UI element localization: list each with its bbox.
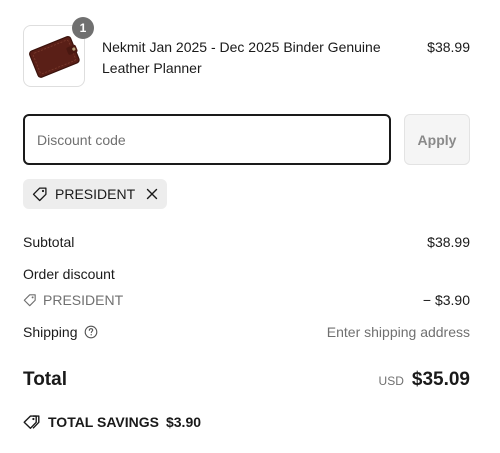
remove-discount-button[interactable] xyxy=(146,188,158,200)
discount-code-label: PRESIDENT xyxy=(43,292,124,308)
discount-code-line: PRESIDENT xyxy=(23,292,123,308)
total-savings-value: $3.90 xyxy=(165,414,202,430)
discount-code-row: PRESIDENT − $3.90 xyxy=(23,290,470,310)
total-savings: TOTAL SAVINGS $3.90 xyxy=(23,414,201,430)
order-discount-label: Order discount xyxy=(23,266,115,282)
product-name: Nekmit Jan 2025 - Dec 2025 Binder Genuin… xyxy=(102,39,381,76)
help-icon[interactable] xyxy=(84,325,98,339)
total-label: Total xyxy=(23,369,67,390)
discount-value: − $3.90 xyxy=(422,292,470,308)
applied-code-label: PRESIDENT xyxy=(55,186,136,202)
subtotal-label: Subtotal xyxy=(23,234,75,250)
savings-tag-icon xyxy=(23,414,41,430)
discount-code-input[interactable] xyxy=(23,114,391,165)
subtotal-value: $38.99 xyxy=(427,234,470,250)
total-value: $35.09 xyxy=(411,369,470,390)
product-price: $38.99 xyxy=(427,39,470,55)
quantity-badge: 1 xyxy=(72,17,94,39)
shipping-label: Shipping xyxy=(23,324,78,340)
order-discount-row: Order discount xyxy=(23,264,470,284)
tag-icon xyxy=(23,293,37,307)
subtotal-row: Subtotal $38.99 xyxy=(23,232,470,252)
apply-button[interactable]: Apply xyxy=(404,114,470,165)
shipping-row: Shipping Enter shipping address xyxy=(23,322,470,342)
shipping-value: Enter shipping address xyxy=(326,324,470,340)
total-savings-label: TOTAL SAVINGS xyxy=(48,414,159,430)
close-icon xyxy=(146,188,158,200)
applied-discount-chip: PRESIDENT xyxy=(23,179,168,209)
total-row: Total USD $35.09 xyxy=(23,366,470,394)
currency-code: USD xyxy=(378,374,404,388)
tag-icon xyxy=(32,186,48,202)
